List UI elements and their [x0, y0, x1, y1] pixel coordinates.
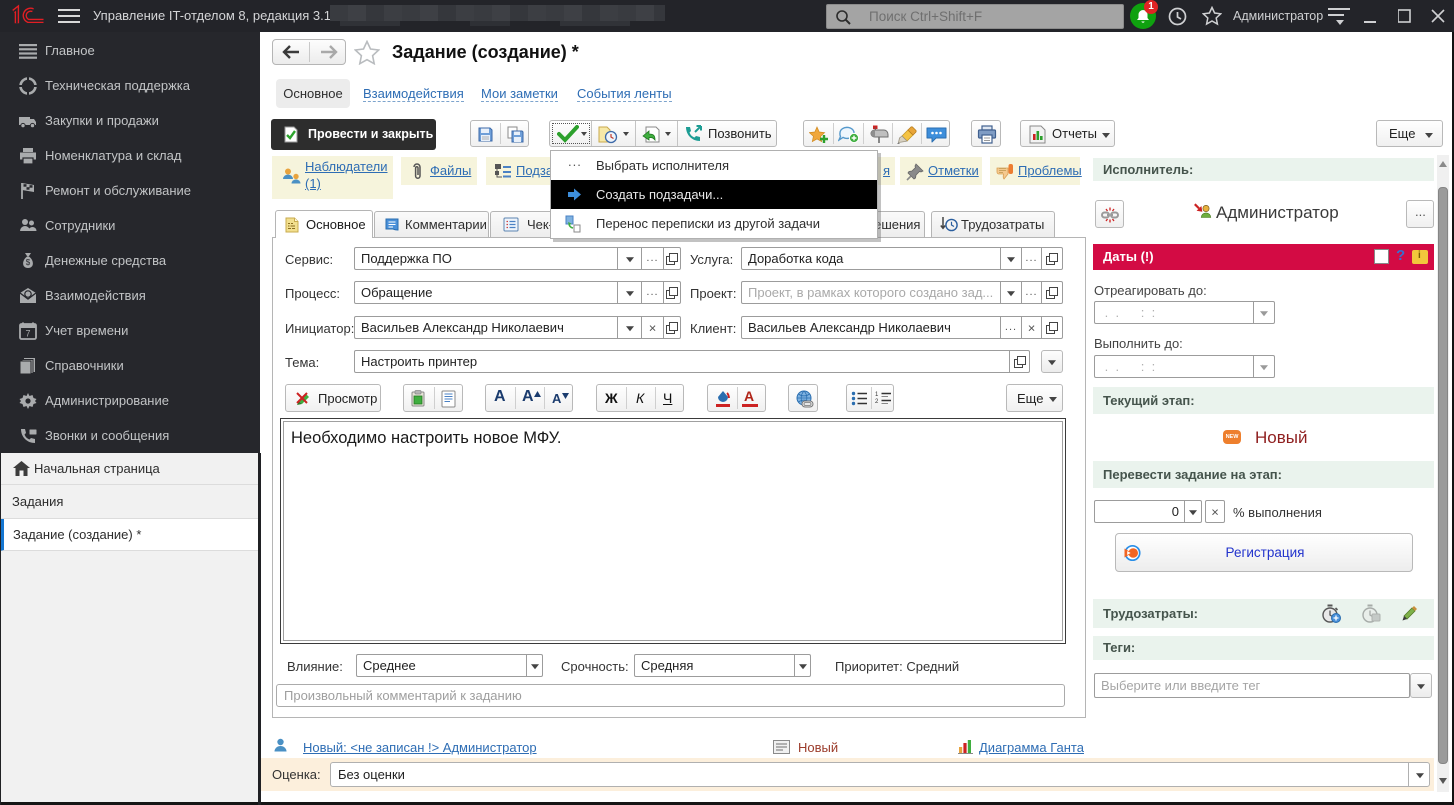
svg-text:2: 2	[875, 399, 879, 405]
svg-text:1: 1	[875, 392, 879, 398]
svg-text:$: $	[26, 258, 31, 267]
svg-text:7: 7	[25, 329, 30, 339]
